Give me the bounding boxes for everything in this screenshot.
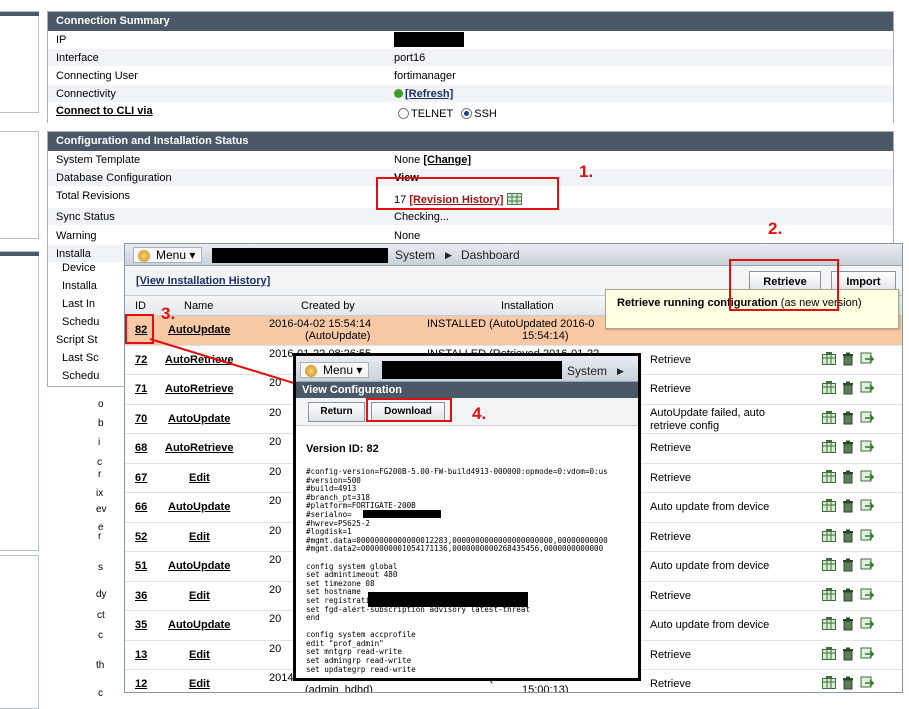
annotation-box-download — [366, 398, 452, 422]
view-configuration-dialog: Menu ▾ System ▶ View Configuration Retur… — [293, 353, 641, 681]
dialog-toolbar: Return Download — [296, 398, 638, 426]
redacted-device-name — [382, 361, 562, 379]
version-id: Version ID: 82 — [306, 443, 379, 455]
view-configuration-title: View Configuration — [296, 382, 638, 398]
redacted-value — [368, 592, 528, 607]
breadcrumb-separator-icon: ▶ — [617, 366, 624, 376]
fortinet-logo-icon — [305, 365, 317, 377]
config-line: #mgmt.data2=0000000001054171136,00000000… — [306, 544, 604, 554]
dialog-title-bar: Menu ▾ System ▶ — [296, 356, 638, 382]
dialog-breadcrumb-system[interactable]: System — [567, 364, 607, 378]
dialog-menu-button[interactable]: Menu ▾ — [300, 362, 370, 378]
return-button[interactable]: Return — [308, 402, 365, 422]
redacted-value — [363, 510, 441, 518]
config-line: end — [306, 613, 320, 623]
configuration-text: #config-version=FG200B-5.00-FW-build4913… — [306, 467, 608, 674]
config-line: set updategrp read-write — [306, 664, 416, 674]
annotation-number-4: 4. — [472, 404, 487, 423]
